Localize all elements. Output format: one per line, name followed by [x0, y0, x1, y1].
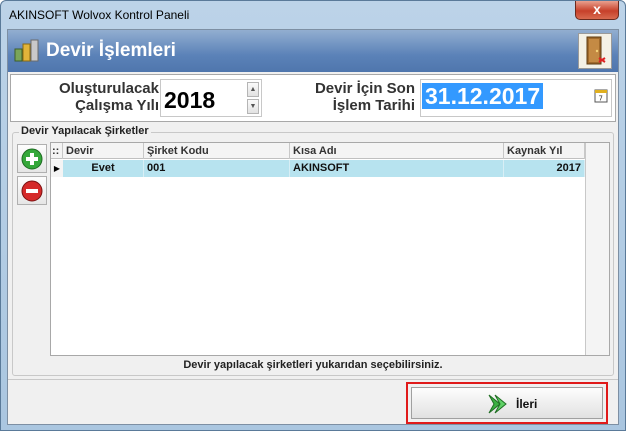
table-row[interactable]: ▶ Evet 001 AKINSOFT 2017 — [51, 160, 609, 177]
companies-grid[interactable]: :: Devir Şirket Kodu Kısa Adı Kaynak Yıl… — [50, 142, 610, 356]
year-label-line2: Çalışma Yılı — [75, 97, 159, 114]
date-label: Devir İçin Son İşlem Tarihi — [273, 80, 415, 114]
year-value: 2018 — [164, 87, 216, 113]
col-header-devir[interactable]: Devir — [63, 143, 144, 159]
grid-header: :: Devir Şirket Kodu Kısa Adı Kaynak Yıl — [51, 143, 609, 159]
col-header-kisa-adi[interactable]: Kısa Adı — [290, 143, 504, 159]
date-input[interactable]: 31.12.2017 7 — [420, 79, 612, 117]
add-company-button[interactable] — [17, 144, 47, 173]
companies-group: Devir Yapılacak Şirketler :: Devir Şirke… — [12, 125, 614, 376]
cell-devir[interactable]: Evet — [63, 160, 144, 177]
close-button[interactable]: x — [575, 1, 619, 20]
year-label: Oluşturulacak Çalışma Yılı — [29, 80, 159, 114]
title-bar: AKINSOFT Wolvox Kontrol Paneli x — [1, 1, 625, 29]
year-down-button[interactable]: ▼ — [247, 99, 259, 114]
grid-blank-area — [585, 143, 609, 355]
plus-icon — [21, 148, 43, 170]
minus-icon — [21, 180, 43, 202]
next-label: İleri — [516, 397, 538, 411]
parameters-panel: Oluşturulacak Çalışma Yılı 2018 ▲ ▼ Devi… — [10, 74, 616, 122]
arrow-right-icon — [488, 394, 507, 414]
group-title: Devir Yapılacak Şirketler — [19, 125, 151, 137]
date-label-line2: İşlem Tarihi — [332, 97, 415, 114]
header-banner: Devir İşlemleri — [8, 30, 618, 72]
window-title: AKINSOFT Wolvox Kontrol Paneli — [9, 8, 190, 22]
year-up-button[interactable]: ▲ — [247, 82, 259, 97]
calendar-icon[interactable]: 7 — [594, 88, 608, 103]
cell-kaynak-yil[interactable]: 2017 — [504, 160, 585, 177]
client-area: Devir İşlemleri Oluşturulacak Çalışma Yı… — [7, 29, 619, 425]
col-header-sirket-kodu[interactable]: Şirket Kodu — [144, 143, 290, 159]
date-label-line1: Devir İçin Son — [314, 80, 415, 97]
col-header-kaynak-yil[interactable]: Kaynak Yıl — [504, 143, 585, 159]
header-marker: :: — [51, 143, 63, 159]
next-button[interactable]: İleri — [411, 387, 603, 419]
cell-kisa-adi[interactable]: AKINSOFT — [290, 160, 504, 177]
app-window: AKINSOFT Wolvox Kontrol Paneli x Devir İ… — [0, 0, 626, 431]
cell-sirket-kodu[interactable]: 001 — [144, 160, 290, 177]
exit-button[interactable] — [578, 33, 612, 69]
hint-text: Devir yapılacak şirketleri yukarıdan seç… — [183, 359, 443, 371]
remove-company-button[interactable] — [17, 176, 47, 205]
year-label-line1: Oluşturulacak — [58, 80, 159, 97]
date-value: 31.12.2017 — [422, 83, 544, 109]
coins-icon — [14, 39, 39, 62]
next-highlight: İleri — [406, 382, 608, 424]
door-exit-icon — [586, 36, 606, 65]
svg-text:7: 7 — [599, 95, 603, 103]
year-spinner[interactable]: 2018 ▲ ▼ — [160, 79, 262, 117]
row-indicator: ▶ — [51, 160, 63, 177]
footer-bar: İleri — [8, 379, 618, 424]
page-title: Devir İşlemleri — [46, 40, 176, 61]
